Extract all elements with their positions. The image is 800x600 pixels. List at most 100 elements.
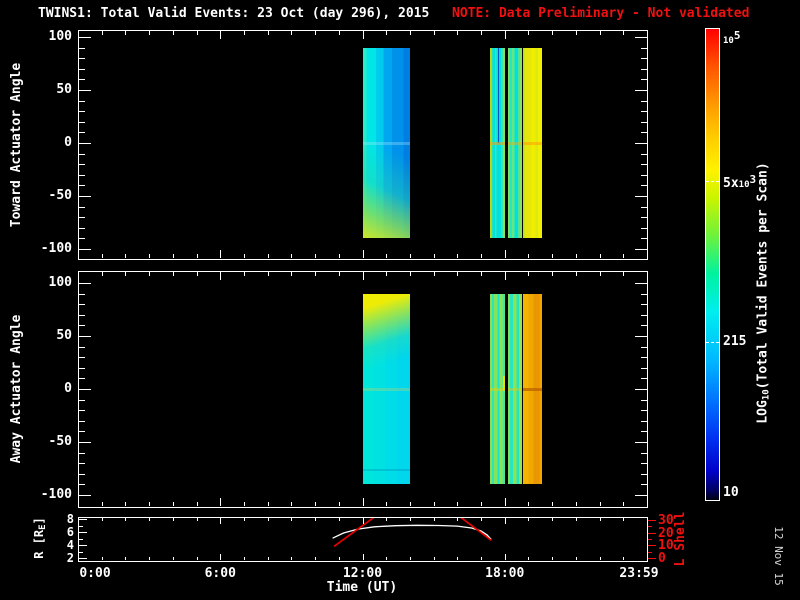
axis-tick xyxy=(79,143,91,144)
axis-tick xyxy=(79,294,85,295)
lshell-axis-label: L Shell xyxy=(673,511,688,567)
axis-tick xyxy=(600,31,601,35)
axis-tick xyxy=(79,101,85,102)
axis-tick xyxy=(173,272,174,276)
axis-tick xyxy=(79,539,83,540)
angle-tick-label: -50 xyxy=(48,188,72,203)
axis-tick xyxy=(291,557,292,560)
axis-tick xyxy=(79,474,85,475)
axis-tick xyxy=(552,557,553,560)
axis-tick xyxy=(641,132,647,133)
axis-tick xyxy=(363,272,364,280)
axis-tick xyxy=(641,315,647,316)
axis-tick xyxy=(457,502,458,506)
axis-tick xyxy=(79,519,87,520)
angle-tick-label: 100 xyxy=(48,29,72,44)
axis-tick xyxy=(641,474,647,475)
axis-tick xyxy=(386,31,387,35)
axis-tick xyxy=(600,272,601,276)
axis-tick xyxy=(641,347,647,348)
axis-tick xyxy=(505,518,506,524)
axis-tick xyxy=(197,557,198,560)
axis-tick xyxy=(79,196,91,197)
axis-tick xyxy=(79,558,87,559)
axis-tick xyxy=(635,495,647,496)
axis-tick xyxy=(648,558,656,559)
axis-tick xyxy=(635,336,647,337)
zero-angle-line xyxy=(523,142,542,145)
lshell-curve xyxy=(460,518,492,541)
axis-tick xyxy=(457,272,458,276)
axis-tick xyxy=(79,453,85,454)
axis-tick xyxy=(339,31,340,35)
axis-tick xyxy=(149,254,150,258)
lshell-tick-label: 0 xyxy=(658,551,666,566)
axis-tick xyxy=(125,557,126,560)
axis-tick xyxy=(434,272,435,276)
axis-tick xyxy=(641,325,647,326)
axis-tick xyxy=(291,272,292,276)
axis-tick xyxy=(363,554,364,560)
r-distance-curve xyxy=(332,524,492,540)
axis-tick xyxy=(79,304,85,305)
axis-tick xyxy=(600,518,601,521)
axis-tick xyxy=(481,557,482,560)
axis-tick xyxy=(173,502,174,506)
axis-tick xyxy=(635,143,647,144)
axis-tick xyxy=(641,304,647,305)
axis-tick xyxy=(641,410,647,411)
axis-tick xyxy=(623,31,624,35)
axis-tick xyxy=(125,518,126,521)
r-tick-label: 4 xyxy=(66,538,74,552)
axis-tick xyxy=(315,518,316,521)
axis-tick xyxy=(79,283,91,284)
axis-tick xyxy=(576,272,577,276)
axis-tick xyxy=(552,518,553,521)
axis-tick xyxy=(481,502,482,506)
axis-tick xyxy=(635,90,647,91)
axis-tick xyxy=(386,502,387,506)
time-tick-label: 6:00 xyxy=(204,566,236,581)
axis-tick xyxy=(125,31,126,35)
band-detail-line xyxy=(498,47,500,143)
axis-tick xyxy=(315,557,316,560)
zero-angle-line xyxy=(490,388,505,391)
axis-tick xyxy=(641,421,647,422)
angle-tick-label: 50 xyxy=(56,82,72,97)
axis-tick xyxy=(197,502,198,506)
axis-tick xyxy=(481,31,482,35)
axis-tick xyxy=(410,254,411,258)
zero-angle-line xyxy=(490,142,505,145)
axis-tick xyxy=(528,254,529,258)
axis-tick xyxy=(641,48,647,49)
axis-tick xyxy=(244,557,245,560)
axis-tick xyxy=(79,410,85,411)
axis-tick xyxy=(641,122,647,123)
axis-tick xyxy=(641,154,647,155)
axis-tick xyxy=(505,498,506,506)
axis-tick xyxy=(481,518,482,521)
axis-tick xyxy=(635,196,647,197)
axis-tick xyxy=(434,502,435,506)
axis-tick xyxy=(528,31,529,35)
axis-tick xyxy=(363,498,364,506)
axis-tick xyxy=(268,502,269,506)
axis-tick xyxy=(386,272,387,276)
axis-tick xyxy=(79,532,87,533)
axis-tick xyxy=(363,518,364,524)
axis-tick xyxy=(635,249,647,250)
axis-tick xyxy=(641,238,647,239)
axis-tick xyxy=(125,254,126,258)
axis-tick xyxy=(244,518,245,521)
axis-tick xyxy=(220,272,221,280)
axis-tick xyxy=(481,272,482,276)
axis-tick xyxy=(79,154,85,155)
axis-tick xyxy=(79,217,85,218)
axis-tick xyxy=(648,533,656,534)
axis-tick xyxy=(79,69,85,70)
axis-tick xyxy=(576,502,577,506)
axis-tick xyxy=(623,272,624,276)
axis-tick xyxy=(220,554,221,560)
band-horizontal-line xyxy=(362,468,410,471)
axis-tick xyxy=(79,442,91,443)
